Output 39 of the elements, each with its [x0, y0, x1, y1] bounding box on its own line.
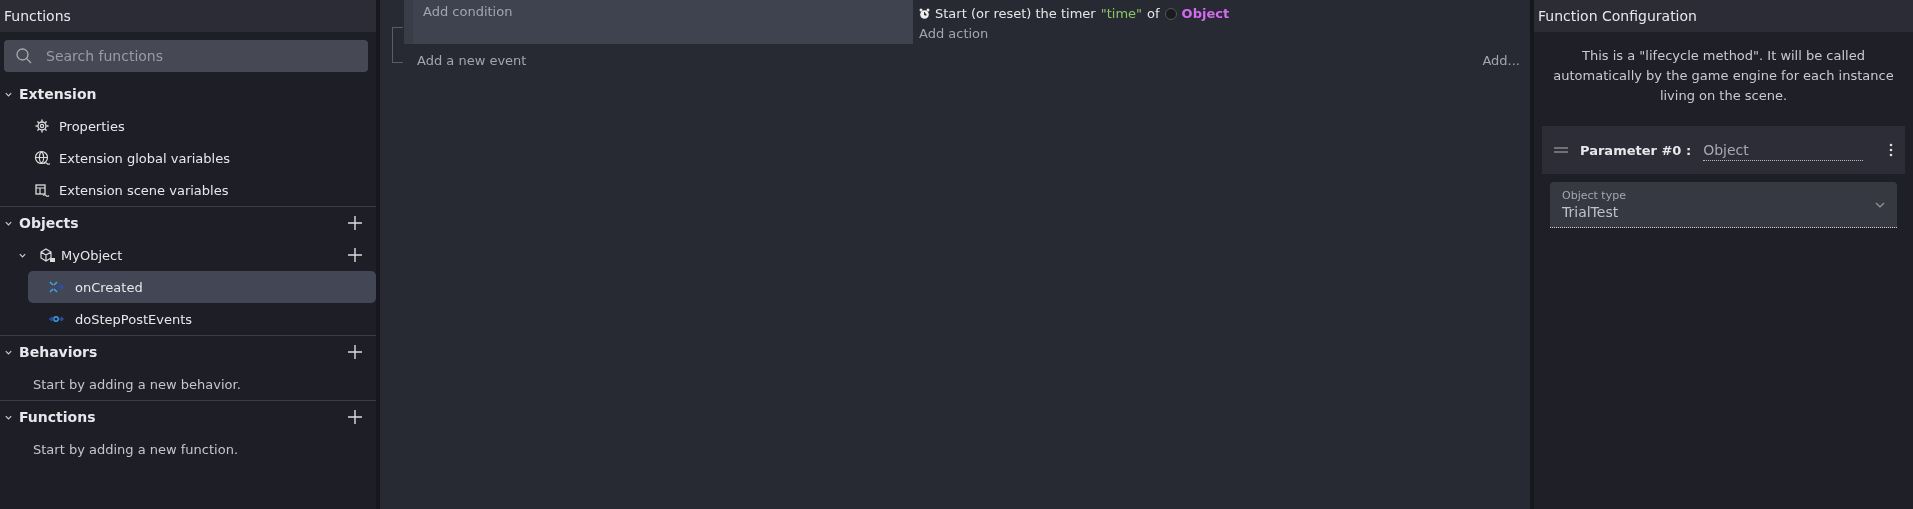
- parameter-name-field[interactable]: Object: [1703, 139, 1864, 161]
- add-icon[interactable]: [348, 345, 362, 359]
- search-field[interactable]: Search functions: [4, 40, 368, 72]
- connector-line: [392, 27, 403, 63]
- tree-item[interactable]: doStepPostEvents: [28, 303, 376, 335]
- add-icon[interactable]: [348, 216, 362, 230]
- tree-item[interactable]: Properties: [0, 110, 376, 142]
- object-icon: [1164, 7, 1177, 20]
- empty-hint: Start by adding a new function.: [33, 441, 238, 457]
- search-icon: [16, 48, 32, 64]
- action-row[interactable]: Start (or reset) the timer "time" of Object: [919, 6, 1230, 21]
- section-title[interactable]: Objects: [19, 215, 79, 231]
- panel-title: Functions: [0, 0, 376, 32]
- globe-icon: [34, 150, 50, 166]
- description-text: This is a "lifecycle method". It will be called automatically by the game engine for each instance living on the scene.: [1552, 47, 1895, 105]
- object-icon: [39, 247, 55, 263]
- tree-item[interactable]: onCreated: [28, 271, 376, 303]
- gear-icon: [34, 118, 50, 134]
- section-title[interactable]: Behaviors: [19, 344, 98, 360]
- empty-hint: Start by adding a new behavior.: [33, 376, 241, 392]
- add-action-link[interactable]: Add action: [919, 26, 1230, 41]
- add-event-link[interactable]: Add a new event: [417, 52, 527, 68]
- add-icon[interactable]: [348, 248, 362, 262]
- add-menu-link[interactable]: Add...: [1482, 52, 1520, 68]
- event-handle[interactable]: [404, 0, 413, 44]
- panel-title: Function Configuration: [1534, 0, 1913, 32]
- tree-item[interactable]: Extension global variables: [0, 142, 376, 174]
- more-options-icon[interactable]: [1889, 143, 1893, 157]
- dropdown-caret-icon: [1875, 201, 1885, 208]
- object-type-select[interactable]: Object type TrialTest: [1550, 182, 1897, 228]
- add-condition-area[interactable]: Add condition: [413, 0, 913, 44]
- tree-item[interactable]: Extension scene variables: [0, 174, 376, 206]
- section-title[interactable]: Extension: [19, 86, 97, 102]
- section-title[interactable]: Functions: [19, 409, 96, 425]
- drag-handle-icon[interactable]: [1554, 147, 1568, 153]
- alarm-clock-icon: [919, 7, 930, 20]
- add-icon[interactable]: [348, 410, 362, 424]
- parameter-row: Parameter #0 : Object: [1542, 126, 1905, 174]
- tree-item[interactable]: MyObject: [0, 239, 376, 271]
